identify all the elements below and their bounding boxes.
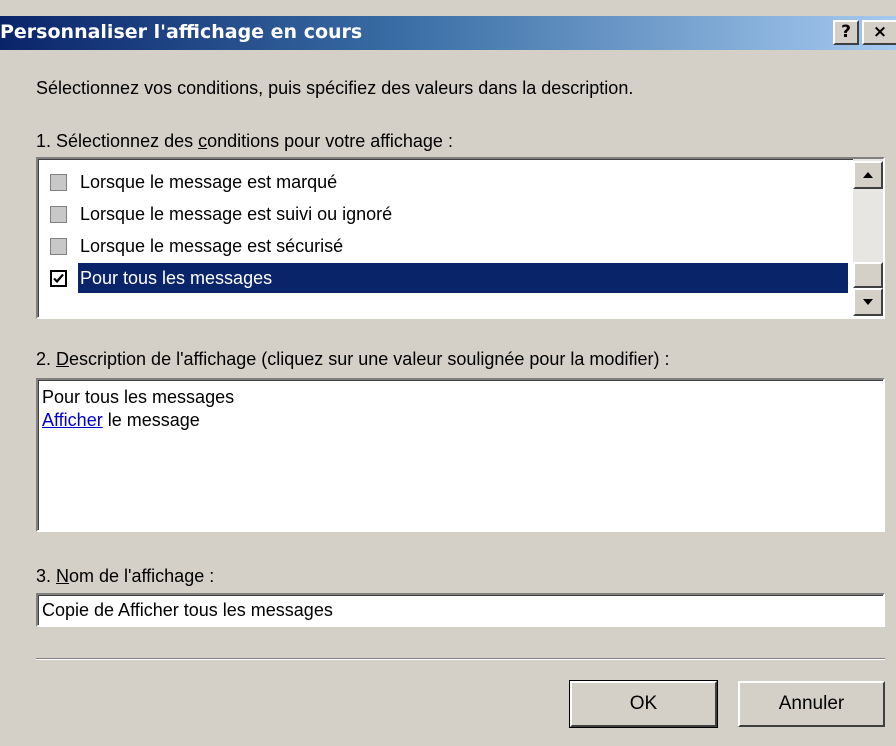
conditions-label-accel: c <box>198 131 208 151</box>
conditions-label: 1. Sélectionnez des conditions pour votr… <box>36 131 453 152</box>
show-value-link[interactable]: Afficher <box>42 410 103 430</box>
customize-view-dialog: Personnaliser l'affichage en cours ? × S… <box>0 0 896 746</box>
description-line-2-rest: le message <box>102 410 200 430</box>
conditions-label-prefix: 1. Sélectionnez des <box>36 131 199 151</box>
view-name-label-prefix: 3. <box>36 566 57 586</box>
close-button[interactable]: × <box>862 20 896 45</box>
description-box[interactable]: Pour tous les messages Afficher le messa… <box>36 378 885 532</box>
description-label-prefix: 2. <box>36 349 57 369</box>
view-name-label: 3. Nom de l'affichage : <box>36 566 214 587</box>
description-label-accel: D <box>56 349 70 369</box>
vertical-scrollbar[interactable] <box>853 159 883 316</box>
help-button[interactable]: ? <box>833 20 859 45</box>
conditions-list[interactable]: Lorsque le message est marqué Lorsque le… <box>36 157 885 319</box>
scroll-up-button[interactable] <box>853 161 883 189</box>
condition-label: Pour tous les messages <box>78 263 848 293</box>
description-label: 2. Description de l'affichage (cliquez s… <box>36 349 669 370</box>
checkmark-icon <box>53 273 64 284</box>
help-icon: ? <box>841 22 851 42</box>
list-item[interactable]: Lorsque le message est sécurisé <box>42 231 842 261</box>
view-name-label-accel: N <box>56 566 70 586</box>
checkbox-icon[interactable] <box>50 174 67 191</box>
ok-button[interactable]: OK <box>569 680 718 728</box>
condition-label: Lorsque le message est sécurisé <box>80 236 344 256</box>
separator <box>36 658 885 660</box>
close-icon: × <box>872 22 888 42</box>
arrow-down-icon <box>863 299 873 305</box>
description-label-suffix: escription de l'affichage (cliquez sur u… <box>69 349 670 369</box>
list-item-selected[interactable]: Pour tous les messages <box>42 263 854 293</box>
arrow-up-icon <box>863 172 873 178</box>
description-line-2: Afficher le message <box>42 410 200 431</box>
intro-text: Sélectionnez vos conditions, puis spécif… <box>36 78 634 98</box>
checkbox-checked-icon[interactable] <box>50 270 67 287</box>
cancel-button[interactable]: Annuler <box>738 681 885 727</box>
dialog-title: Personnaliser l'affichage en cours <box>0 21 363 43</box>
checkbox-icon[interactable] <box>50 238 67 255</box>
list-item[interactable]: Lorsque le message est suivi ou ignoré <box>42 199 842 229</box>
title-bar[interactable]: Personnaliser l'affichage en cours ? × <box>0 16 896 50</box>
checkbox-icon[interactable] <box>50 206 67 223</box>
condition-label: Lorsque le message est suivi ou ignoré <box>80 204 393 224</box>
scroll-thumb[interactable] <box>853 262 883 288</box>
list-item[interactable]: Lorsque le message est marqué <box>42 167 842 197</box>
scroll-down-button[interactable] <box>853 288 883 316</box>
conditions-label-suffix: onditions pour votre affichage : <box>207 131 453 151</box>
view-name-label-suffix: om de l'affichage : <box>69 566 215 586</box>
view-name-input[interactable] <box>36 593 885 627</box>
condition-label: Lorsque le message est marqué <box>80 172 338 192</box>
description-line-1: Pour tous les messages <box>42 387 235 407</box>
